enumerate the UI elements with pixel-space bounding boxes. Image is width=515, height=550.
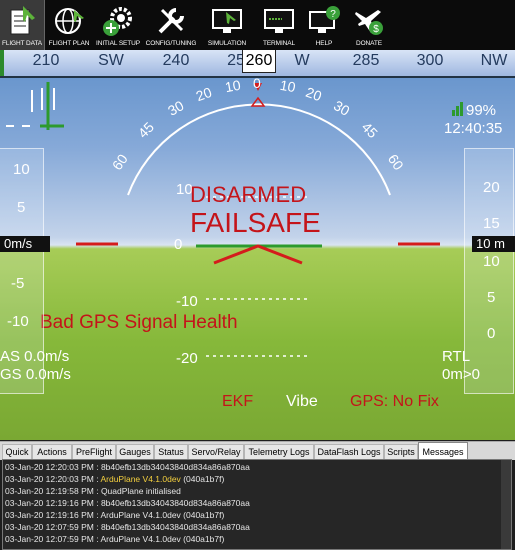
speed-value: 0m/s xyxy=(0,236,50,252)
message-text: ArduPlane V4.1.0dev (040a1b7f) xyxy=(100,510,225,520)
simulation-label: SIMULATION xyxy=(207,40,247,47)
roll-label: 0 xyxy=(253,75,261,91)
tab-gauges[interactable]: Gauges xyxy=(116,444,154,460)
tab-dataflash-logs[interactable]: DataFlash Logs xyxy=(314,444,384,460)
monitor-plane-icon xyxy=(212,9,242,33)
initial-setup-button[interactable]: INITIAL SETUP xyxy=(94,0,142,50)
message-time: 03-Jan-20 12:19:16 PM : xyxy=(5,510,99,520)
message-row: 03-Jan-20 12:19:16 PM : 8b40efb13db34043… xyxy=(5,498,250,508)
tab-servo-relay[interactable]: Servo/Relay xyxy=(188,444,244,460)
message-time: 03-Jan-20 12:19:58 PM : xyxy=(5,486,99,496)
roll-label: 10 xyxy=(223,76,242,96)
donate-button[interactable]: $ DONATE xyxy=(346,0,392,50)
vibe-status[interactable]: Vibe xyxy=(286,393,318,411)
speed-tape-label: -5 xyxy=(11,275,25,292)
message-row: 03-Jan-20 12:19:16 PM : ArduPlane V4.1.0… xyxy=(5,510,224,520)
speed-tape-label: 10 xyxy=(13,161,30,178)
hud-clock: 12:40:35 xyxy=(444,120,503,137)
terminal-icon xyxy=(264,9,294,33)
donate-label: DONATE xyxy=(355,40,382,47)
tab-preflight[interactable]: PreFlight xyxy=(72,444,116,460)
alt-tape-label: 20 xyxy=(483,179,500,196)
flight-data-icon xyxy=(10,6,35,35)
flight-data-label: FLIGHT DATA xyxy=(1,40,43,47)
message-text: ArduPlane V4.1.0dev xyxy=(100,474,181,484)
message-row: 03-Jan-20 12:20:03 PM : ArduPlane V4.1.0… xyxy=(5,474,224,484)
main-toolbar: FLIGHT DATA FLIGHT PLAN INITIAL SETUP CO… xyxy=(0,0,515,51)
message-row: 03-Jan-20 12:20:03 PM : 8b40efb13db34043… xyxy=(5,462,250,472)
simulation-button[interactable]: SIMULATION xyxy=(202,0,252,50)
message-row: 03-Jan-20 12:19:58 PM : QuadPlane initia… xyxy=(5,486,181,496)
alt-tape-label: 10 xyxy=(483,253,500,270)
setup-gears-icon xyxy=(103,7,132,36)
speed-tape-label: -10 xyxy=(7,313,29,330)
message-text: ArduPlane V4.1.0dev (040a1b7f) xyxy=(100,534,225,544)
flight-data-button[interactable]: FLIGHT DATA xyxy=(0,0,45,51)
message-time: 03-Jan-20 12:07:59 PM : xyxy=(5,522,99,532)
help-button[interactable]: ? HELP xyxy=(304,0,344,50)
message-text: 8b40efb13db34043840d834a86a870aa xyxy=(100,522,250,532)
message-text: 8b40efb13db34043840d834a86a870aa xyxy=(100,462,250,472)
svg-text:?: ? xyxy=(330,9,336,20)
ekf-status[interactable]: EKF xyxy=(222,393,253,411)
airspeed-readout: AS 0.0m/s xyxy=(0,348,70,365)
hud-warning-message: Bad GPS Signal Health xyxy=(40,312,238,333)
data-tabs: Quick Actions PreFlight Gauges Status Se… xyxy=(0,441,515,461)
svg-text:$: $ xyxy=(373,24,379,35)
wrench-icon xyxy=(158,8,184,34)
pitch-label: -20 xyxy=(176,350,198,367)
altitude-value: 10 m xyxy=(472,236,515,252)
gps-status[interactable]: GPS: No Fix xyxy=(350,393,439,411)
message-time: 03-Jan-20 12:20:03 PM : xyxy=(5,474,99,484)
armed-status: DISARMED xyxy=(190,182,307,207)
donate-plane-icon: $ xyxy=(355,10,383,35)
globe-icon xyxy=(55,8,84,34)
pitch-label: -10 xyxy=(176,293,198,310)
hud-graphics xyxy=(6,82,463,357)
altitude-tape: 20 15 10 5 0 xyxy=(464,148,514,394)
speed-tape-label: 5 xyxy=(17,199,26,216)
messages-panel[interactable]: 03-Jan-20 12:20:03 PM : 8b40efb13db34043… xyxy=(2,459,512,550)
flight-plan-button[interactable]: FLIGHT PLAN xyxy=(46,0,92,50)
config-tuning-label: CONFIG/TUNING xyxy=(145,40,197,47)
message-time: 03-Jan-20 12:20:03 PM : xyxy=(5,462,99,472)
message-suffix: (040a1b7f) xyxy=(183,474,225,484)
flight-plan-label: FLIGHT PLAN xyxy=(48,40,90,47)
message-text: 8b40efb13db34043840d834a86a870aa xyxy=(100,498,250,508)
tab-scripts[interactable]: Scripts xyxy=(384,444,418,460)
help-icon: ? xyxy=(309,6,340,33)
terminal-label: TERMINAL xyxy=(262,40,296,47)
failsafe-status: FAILSAFE xyxy=(190,207,321,238)
tab-quick[interactable]: Quick xyxy=(2,444,32,460)
pitch-label: 0 xyxy=(174,236,183,253)
alt-tape-label: 0 xyxy=(487,325,496,342)
alt-tape-label: 15 xyxy=(483,215,500,232)
flight-mode: RTL xyxy=(442,348,471,365)
tab-telemetry-logs[interactable]: Telemetry Logs xyxy=(244,444,314,460)
tab-actions[interactable]: Actions xyxy=(32,444,72,460)
waypoint-distance: 0m>0 xyxy=(442,366,480,383)
help-label: HELP xyxy=(315,40,333,47)
message-row: 03-Jan-20 12:07:59 PM : ArduPlane V4.1.0… xyxy=(5,534,224,544)
tab-status[interactable]: Status xyxy=(154,444,188,460)
messages-scrollbar[interactable] xyxy=(501,460,511,549)
message-text: QuadPlane initialised xyxy=(100,486,181,496)
message-time: 03-Jan-20 12:07:59 PM : xyxy=(5,534,99,544)
flight-hud: 210 SW 240 25 W 285 300 NW 260 60 45 30 … xyxy=(0,50,515,440)
battery-percent: 99% xyxy=(466,102,497,119)
groundspeed-readout: GS 0.0m/s xyxy=(0,366,71,383)
alt-tape-label: 5 xyxy=(487,289,496,306)
terminal-button[interactable]: TERMINAL xyxy=(254,0,304,50)
initial-setup-label: INITIAL SETUP xyxy=(96,40,140,47)
config-tuning-button[interactable]: CONFIG/TUNING xyxy=(144,0,198,50)
roll-label: 10 xyxy=(278,76,297,96)
message-row: 03-Jan-20 12:07:59 PM : 8b40efb13db34043… xyxy=(5,522,250,532)
message-time: 03-Jan-20 12:19:16 PM : xyxy=(5,498,99,508)
